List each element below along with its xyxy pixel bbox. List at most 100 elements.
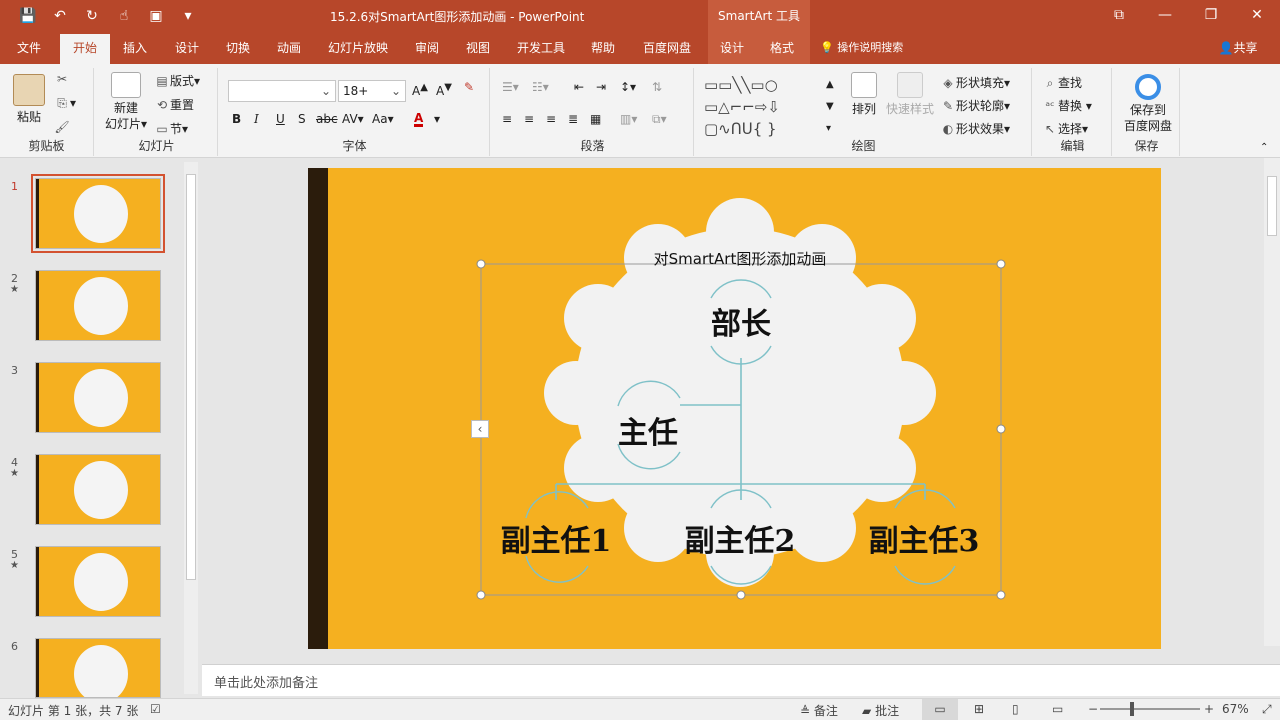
font-size-combo[interactable]: 18+ ⌄ xyxy=(338,80,406,102)
zoom-out-button[interactable]: − xyxy=(1088,702,1098,716)
tab-review[interactable]: 审阅 xyxy=(404,34,450,64)
thumbnail-slide-5[interactable] xyxy=(35,546,161,617)
clear-format-icon[interactable]: ✎ xyxy=(464,80,474,94)
thumbnail-slide-4[interactable] xyxy=(35,454,161,525)
touch-mode-icon[interactable]: ☝ xyxy=(114,6,134,26)
notes-button[interactable]: ≜ 备注 xyxy=(800,702,838,719)
tell-me-search[interactable]: 💡 操作说明搜索 xyxy=(820,34,930,64)
node-deputy-2[interactable]: 副主任2 xyxy=(672,516,808,560)
slide-scrollbar[interactable] xyxy=(1264,158,1280,646)
thumbnail-slide-3[interactable] xyxy=(35,362,161,433)
collapse-ribbon-icon[interactable]: ⌃ xyxy=(1260,142,1268,153)
bullets-button[interactable]: ☰▾ xyxy=(502,80,519,94)
increase-indent-button[interactable]: ⇥ xyxy=(596,80,606,94)
present-icon[interactable]: ▣ xyxy=(146,6,166,26)
section-button[interactable]: ▭ 节▾ xyxy=(154,120,188,137)
save-icon[interactable]: 💾 xyxy=(18,6,38,26)
tab-smartart-design[interactable]: 设计 xyxy=(712,34,752,64)
normal-view-button[interactable]: ▭ xyxy=(922,699,958,720)
customize-qat-icon[interactable]: ▾ xyxy=(178,6,198,26)
shapes-scroll[interactable]: ▲ ▼ ▾ xyxy=(826,74,834,140)
shape-effects-button[interactable]: ◐ 形状效果▾ xyxy=(940,120,1010,137)
new-slide-button[interactable]: 新建 幻灯片▾ xyxy=(102,72,150,132)
share-button[interactable]: 👤共享 xyxy=(1210,34,1266,64)
bold-button[interactable]: B xyxy=(232,112,241,126)
node-deputy-1[interactable]: 副主任1 xyxy=(488,516,624,560)
layout-button[interactable]: ▤ 版式▾ xyxy=(154,72,200,89)
notes-pane[interactable]: 单击此处添加备注 xyxy=(202,664,1280,696)
smartart-graphic[interactable] xyxy=(308,168,1161,649)
slide-title[interactable]: 对SmartArt图形添加动画 xyxy=(628,248,852,269)
text-direction-button[interactable]: ⇅ xyxy=(652,80,662,94)
save-to-baidu-button[interactable]: 保存到 百度网盘 xyxy=(1122,74,1174,134)
tab-design[interactable]: 设计 xyxy=(164,34,210,64)
node-deputy-3[interactable]: 副主任3 xyxy=(856,516,992,560)
node-minister[interactable]: 部长 xyxy=(691,299,791,343)
slide-sorter-button[interactable]: ⊞ xyxy=(974,702,984,716)
quick-styles-button[interactable]: 快速样式 xyxy=(884,72,936,117)
shrink-font-button[interactable]: A▼ xyxy=(436,82,452,98)
thumbnail-slide-2[interactable] xyxy=(35,270,161,341)
thumbnail-slide-6[interactable] xyxy=(35,638,161,698)
tab-smartart-format[interactable]: 格式 xyxy=(762,34,802,64)
shape-outline-button[interactable]: ✎ 形状轮廓▾ xyxy=(940,97,1010,114)
text-pane-toggle[interactable]: ‹ xyxy=(471,420,489,438)
shapes-gallery[interactable]: ▭▭╲╲▭○ ▭△⌐⌐⇨⇩ ▢∿ᑎᑌ{ } xyxy=(704,74,828,140)
align-right-button[interactable]: ≡ xyxy=(546,112,556,126)
font-color-dropdown[interactable]: ▾ xyxy=(434,112,440,126)
accessibility-icon[interactable]: ☑ xyxy=(150,702,161,716)
select-button[interactable]: ↖ 选择▾ xyxy=(1042,120,1088,137)
format-painter-button[interactable]: 🖌 xyxy=(54,120,70,134)
tab-view[interactable]: 视图 xyxy=(455,34,501,64)
tab-help[interactable]: 帮助 xyxy=(580,34,626,64)
char-spacing-button[interactable]: AV▾ xyxy=(342,112,364,126)
numbering-button[interactable]: ☷▾ xyxy=(532,80,549,94)
arrange-button[interactable]: 排列 xyxy=(846,72,882,117)
slideshow-button[interactable]: ▭ xyxy=(1052,702,1063,716)
columns-button[interactable]: ▥▾ xyxy=(620,112,637,126)
zoom-slider[interactable] xyxy=(1100,708,1200,710)
tab-file[interactable]: 文件 xyxy=(4,34,54,64)
comments-button[interactable]: ▰ 批注 xyxy=(862,702,899,719)
thumbnail-scrollbar[interactable] xyxy=(184,162,198,694)
cut-button[interactable]: ✂ xyxy=(54,72,70,86)
justify-button[interactable]: ≣ xyxy=(568,112,578,126)
reading-view-button[interactable]: ▯ xyxy=(1012,702,1019,716)
replace-button[interactable]: ᵃᶜ 替换 ▾ xyxy=(1042,97,1091,114)
ribbon-display-icon[interactable]: ⧉ xyxy=(1096,0,1142,32)
tab-insert[interactable]: 插入 xyxy=(112,34,158,64)
text-shadow-button[interactable]: S xyxy=(298,112,306,126)
tab-slideshow[interactable]: 幻灯片放映 xyxy=(322,34,394,64)
minimize-icon[interactable]: — xyxy=(1142,0,1188,32)
tab-baidu[interactable]: 百度网盘 xyxy=(636,34,698,64)
align-left-button[interactable]: ≡ xyxy=(502,112,512,126)
zoom-slider-thumb[interactable] xyxy=(1130,702,1134,716)
strikethrough-button[interactable]: abc xyxy=(316,112,338,126)
distributed-button[interactable]: ▦ xyxy=(590,112,601,126)
underline-button[interactable]: U xyxy=(276,112,285,126)
reset-button[interactable]: ⟲ 重置 xyxy=(154,96,194,113)
restore-icon[interactable]: ❐ xyxy=(1188,0,1234,32)
grow-font-button[interactable]: A▲ xyxy=(412,82,428,98)
paste-button[interactable]: 粘贴 xyxy=(10,74,48,125)
tab-home[interactable]: 开始 xyxy=(60,34,110,64)
scrollbar-handle[interactable] xyxy=(186,174,196,580)
font-name-combo[interactable]: ⌄ xyxy=(228,80,336,102)
change-case-button[interactable]: Aa▾ xyxy=(372,112,394,126)
font-color-button[interactable]: A xyxy=(414,112,424,127)
tab-transitions[interactable]: 切换 xyxy=(215,34,261,64)
tab-animations[interactable]: 动画 xyxy=(266,34,312,64)
smartart-convert-button[interactable]: ⧉▾ xyxy=(652,112,667,127)
close-icon[interactable]: ✕ xyxy=(1234,0,1280,32)
italic-button[interactable]: I xyxy=(254,112,259,126)
zoom-in-button[interactable]: + xyxy=(1204,702,1214,716)
fit-slide-icon[interactable]: ⤢ xyxy=(1262,702,1272,717)
scrollbar-handle[interactable] xyxy=(1267,176,1277,236)
shape-fill-button[interactable]: ◈ 形状填充▾ xyxy=(940,74,1010,91)
find-button[interactable]: ⌕ 查找 xyxy=(1042,74,1082,91)
zoom-level[interactable]: 67% xyxy=(1222,702,1249,716)
decrease-indent-button[interactable]: ⇤ xyxy=(574,80,584,94)
slide-canvas[interactable]: 对SmartArt图形添加动画 部长 主任 副主任1 副主任2 副主任3 ‹ xyxy=(308,168,1161,649)
align-center-button[interactable]: ≡ xyxy=(524,112,534,126)
thumbnail-slide-1[interactable] xyxy=(31,174,165,253)
